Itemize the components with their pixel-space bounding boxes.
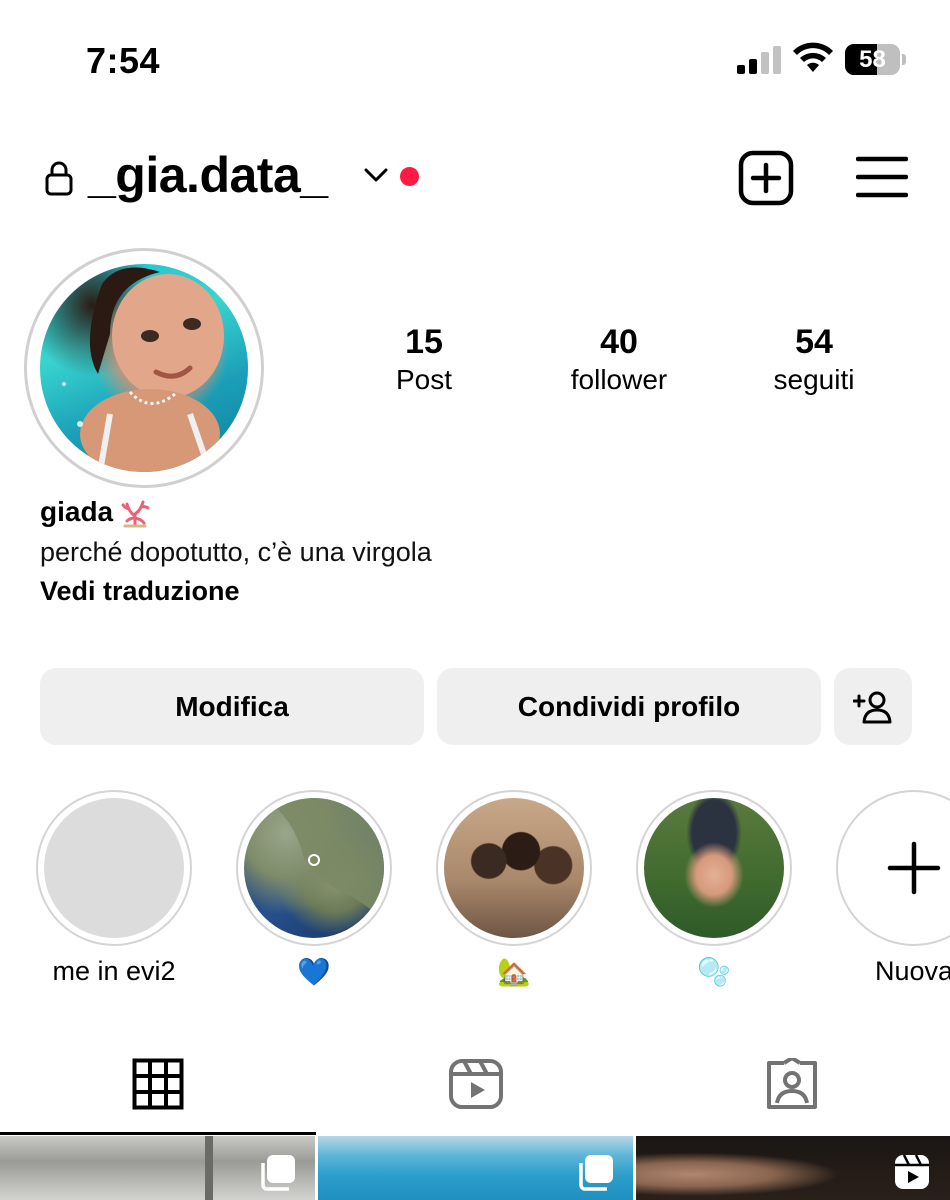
tagged-icon [767,1058,817,1109]
post-thumbnail[interactable] [318,1136,633,1200]
post-thumbnail[interactable] [0,1136,315,1200]
tab-posts-grid[interactable] [0,1040,316,1136]
clock: 7:54 [86,40,161,81]
discover-people-button[interactable] [834,668,912,745]
selected-tab-indicator [0,1132,316,1135]
lock-icon [45,161,73,196]
carousel-icon [261,1155,295,1191]
avatar-photo [62,267,224,472]
highlight-label: 🏡 [497,957,531,987]
grid-icon [132,1058,184,1110]
posts-grid [0,1136,950,1200]
share-profile-button[interactable]: Condividi profilo [437,668,821,745]
profile-avatar[interactable] [40,264,248,472]
notification-dot [400,167,419,186]
highlight-cover [244,798,384,938]
profile-tabs [0,1040,950,1136]
stat-posts-label: Post [395,364,453,395]
stat-followers-label: follower [570,364,668,395]
stat-followers[interactable]: 40 follower [521,322,717,398]
highlight-label: 💙 [297,957,331,987]
menu-button[interactable] [856,154,908,200]
highlight-cover [644,798,784,938]
wifi-icon [793,42,833,72]
plus-icon [887,841,941,895]
display-name: giada [40,496,114,527]
highlight-cover [44,798,184,938]
highlight-item[interactable]: 💙 [234,788,394,998]
battery-level: 58 [859,46,886,73]
status-bar: 7:54 58 [0,0,950,120]
cellular-signal-icon [737,46,781,74]
new-highlight-button[interactable]: Nuova [834,788,950,998]
stat-following[interactable]: 54 seguiti [716,322,912,398]
highlight-cover [444,798,584,938]
highlight-label: me in evi2 [52,956,176,986]
account-switcher-username[interactable]: _gia.data_ [88,146,328,204]
coral-icon [121,500,150,528]
stat-followers-count: 40 [600,323,638,361]
post-thumbnail[interactable] [636,1136,950,1200]
profile-header: _gia.data_ [0,140,950,220]
create-post-button[interactable] [738,150,794,206]
profile-bio: giada perché dopotutto, c’è una virgola … [40,492,920,610]
tab-tagged[interactable] [632,1040,948,1136]
chevron-down-icon[interactable] [362,164,390,186]
highlight-item[interactable]: 🫧 [634,788,794,998]
bio-text: perché dopotutto, c’è una virgola [40,537,432,567]
story-highlights: me in evi2 💙 🏡 🫧 Nuova [0,788,950,998]
edit-profile-button[interactable]: Modifica [40,668,424,745]
highlight-label: Nuova [874,956,950,986]
see-translation-link[interactable]: Vedi traduzione [40,572,920,610]
highlight-item[interactable]: 🏡 [434,788,594,998]
carousel-icon [579,1155,613,1191]
profile-stats: 15 Post 40 follower 54 seguiti [326,322,910,402]
stat-following-label: seguiti [773,364,855,395]
battery-icon: 58 [845,44,906,75]
stat-following-count: 54 [795,323,833,361]
reels-icon [449,1059,503,1109]
person-add-icon [853,691,892,724]
highlight-label: 🫧 [697,957,731,987]
stat-posts[interactable]: 15 Post [326,322,522,398]
reel-icon [895,1154,929,1189]
stat-posts-count: 15 [405,323,443,361]
tab-reels[interactable] [316,1040,632,1136]
highlight-item[interactable]: me in evi2 [34,788,194,998]
